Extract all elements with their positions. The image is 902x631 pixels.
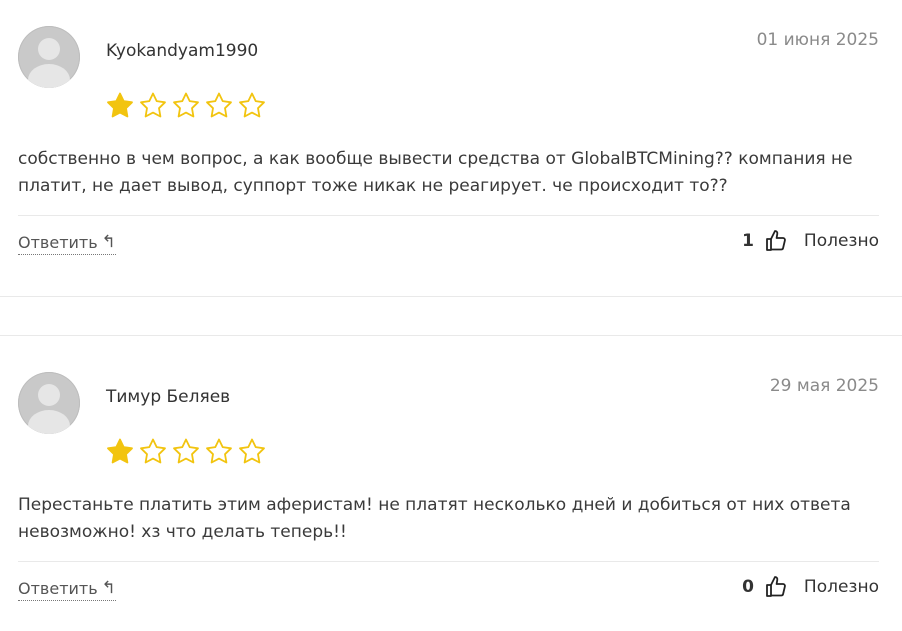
reply-button[interactable]: Ответить ↰ (18, 579, 116, 601)
thumbs-up-icon[interactable] (764, 229, 788, 253)
thumbs-up-icon[interactable] (764, 575, 788, 599)
reply-button[interactable]: Ответить ↰ (18, 233, 116, 255)
star-outline-icon (239, 438, 265, 464)
reply-label: Ответить (18, 579, 98, 598)
reply-label: Ответить (18, 233, 98, 252)
star-outline-icon (140, 92, 166, 118)
review-date: 29 мая 2025 (769, 376, 879, 396)
helpful-button[interactable]: Полезно (804, 231, 879, 251)
helpful-count: 0 (742, 577, 754, 597)
star-outline-icon (140, 438, 166, 464)
section-divider (0, 296, 902, 297)
star-outline-icon (206, 438, 232, 464)
helpful-button[interactable]: Полезно (804, 577, 879, 597)
user-avatar-icon (18, 26, 80, 88)
helpful-section: 0 Полезно (742, 575, 879, 599)
review-text: Перестаньте платить этим аферистам! не п… (18, 495, 851, 542)
rating-stars (104, 90, 268, 122)
review-divider (18, 561, 879, 562)
star-outline-icon (239, 92, 265, 118)
star-outline-icon (173, 438, 199, 464)
reply-arrow-icon: ↰ (101, 232, 116, 252)
section-divider (0, 335, 902, 336)
star-outline-icon (173, 92, 199, 118)
star-filled-icon (107, 92, 133, 118)
star-filled-icon (107, 438, 133, 464)
helpful-count: 1 (742, 231, 754, 251)
review-author: Тимур Беляев (106, 387, 231, 407)
review-divider (18, 215, 879, 216)
review-author: Kyokandyam1990 (106, 41, 259, 61)
review-text: собственно в чем вопрос, а как вообще вы… (18, 149, 853, 196)
helpful-section: 1 Полезно (742, 229, 879, 253)
star-outline-icon (206, 92, 232, 118)
rating-stars (104, 436, 268, 468)
reply-arrow-icon: ↰ (101, 578, 116, 598)
review-date: 01 июня 2025 (756, 30, 879, 50)
user-avatar-icon (18, 372, 80, 434)
